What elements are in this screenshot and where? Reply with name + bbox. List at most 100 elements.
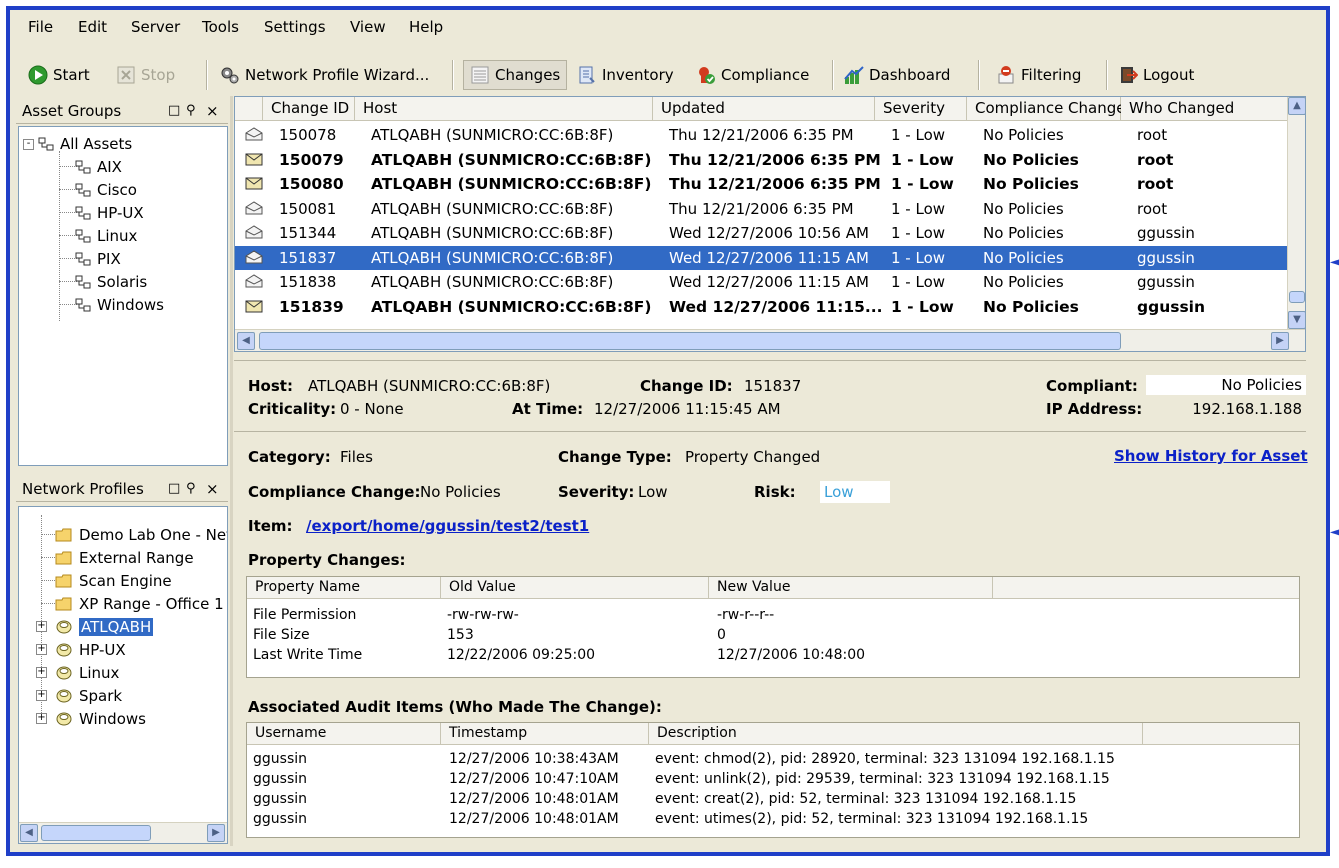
tree-node-windows[interactable]: Windows xyxy=(75,296,164,314)
expand-icon[interactable]: + xyxy=(36,644,47,655)
tree-connector xyxy=(41,603,55,605)
menu-edit[interactable]: Edit xyxy=(78,18,107,36)
cell-compliance: No Policies xyxy=(983,273,1064,291)
table-row[interactable]: 151838 ATLQABH (SUNMICRO:CC:6B:8F) Wed 12/… xyxy=(235,270,1289,294)
severity-value: Low xyxy=(638,483,668,501)
tree-node-folder[interactable]: External Range xyxy=(55,549,194,567)
column-header-compliance-change[interactable]: Compliance Change xyxy=(967,97,1126,121)
scroll-down-icon[interactable]: ▼ xyxy=(1288,311,1305,329)
float-panel-icon[interactable]: □ xyxy=(168,478,180,500)
pin-icon[interactable]: ⚲ xyxy=(186,478,196,500)
tree-node-host[interactable]: HP-UX xyxy=(55,641,126,659)
tree-label: PIX xyxy=(97,250,121,268)
scroll-right-icon[interactable]: ▶ xyxy=(1271,332,1289,350)
tree-node-hp-ux[interactable]: HP-UX xyxy=(75,204,144,222)
pointer-arrow-icon: ◄ xyxy=(1330,254,1339,270)
item-label: Item: xyxy=(248,517,293,535)
expand-icon[interactable]: + xyxy=(36,667,47,678)
vertical-splitter[interactable] xyxy=(230,96,233,846)
tree-connector xyxy=(41,580,55,582)
column-header-updated[interactable]: Updated xyxy=(653,97,875,121)
table-row[interactable]: 151839 ATLQABH (SUNMICRO:CC:6B:8F) Wed 12/… xyxy=(235,295,1289,319)
pin-icon[interactable]: ⚲ xyxy=(186,100,196,122)
start-button[interactable]: Start xyxy=(28,62,90,88)
compliance-button[interactable]: Compliance xyxy=(696,62,809,88)
scroll-up-icon[interactable]: ▲ xyxy=(1288,97,1305,115)
menu-tools[interactable]: Tools xyxy=(202,18,239,36)
tree-node-host[interactable]: Linux xyxy=(55,664,119,682)
menu-file[interactable]: File xyxy=(28,18,53,36)
tree-node-solaris[interactable]: Solaris xyxy=(75,273,147,291)
scroll-left-icon[interactable]: ◀ xyxy=(237,332,255,350)
collapse-icon[interactable]: - xyxy=(23,138,34,150)
cell-who: ggussin xyxy=(1137,248,1195,267)
column-header-who-changed[interactable]: Who Changed xyxy=(1121,97,1289,121)
scrollbar-thumb[interactable] xyxy=(1289,291,1305,303)
tree-connector xyxy=(41,557,55,559)
scroll-left-icon[interactable]: ◀ xyxy=(20,824,38,842)
tree-node-cisco[interactable]: Cisco xyxy=(75,181,137,199)
tree-label: Scan Engine xyxy=(79,572,172,590)
column-header-property-name[interactable]: Property Name xyxy=(247,577,441,599)
table-row[interactable]: 150080 ATLQABH (SUNMICRO:CC:6B:8F) Thu 12/… xyxy=(235,172,1289,196)
tree-node-all-assets[interactable]: - All Assets xyxy=(23,135,132,153)
scroll-right-icon[interactable]: ▶ xyxy=(207,824,225,842)
item-path-link[interactable]: /export/home/ggussin/test2/test1 xyxy=(306,517,589,535)
host-icon xyxy=(55,642,73,658)
audit-cell: ggussin xyxy=(253,791,307,807)
menu-server[interactable]: Server xyxy=(131,18,180,36)
logout-button[interactable]: Logout xyxy=(1118,62,1194,88)
expand-icon[interactable]: + xyxy=(36,621,47,632)
close-icon[interactable]: × xyxy=(206,478,219,500)
tree-node-host[interactable]: Spark xyxy=(55,687,122,705)
tree-node-pix[interactable]: PIX xyxy=(75,250,121,268)
expand-icon[interactable]: + xyxy=(36,690,47,701)
cell-id: 151344 xyxy=(279,224,337,242)
column-header-host[interactable]: Host xyxy=(355,97,653,121)
close-icon[interactable]: × xyxy=(206,100,219,122)
float-panel-icon[interactable]: □ xyxy=(168,100,180,122)
table-row[interactable]: 150078 ATLQABH (SUNMICRO:CC:6B:8F) Thu 12/… xyxy=(235,123,1289,147)
show-history-link[interactable]: Show History for Asset xyxy=(1114,447,1308,465)
network-group-icon xyxy=(75,183,91,197)
column-header-old-value[interactable]: Old Value xyxy=(441,577,709,599)
cell-host: ATLQABH (SUNMICRO:CC:6B:8F) xyxy=(371,297,652,316)
scrollbar-thumb[interactable] xyxy=(41,825,151,841)
cell-compliance: No Policies xyxy=(983,175,1079,193)
column-header-username[interactable]: Username xyxy=(247,723,441,745)
filtering-button[interactable]: Filtering xyxy=(996,62,1081,88)
column-header-icon[interactable] xyxy=(235,97,263,121)
menu-view[interactable]: View xyxy=(350,18,386,36)
tree-node-host[interactable]: ATLQABH xyxy=(55,618,154,636)
menu-settings[interactable]: Settings xyxy=(264,18,326,36)
tree-node-folder[interactable]: Scan Engine xyxy=(55,572,172,590)
table-row[interactable]: 150079 ATLQABH (SUNMICRO:CC:6B:8F) Thu 12/… xyxy=(235,148,1289,172)
network-profile-wizard-button[interactable]: Network Profile Wizard... xyxy=(220,62,429,88)
criticality-label: Criticality: xyxy=(248,400,337,418)
table-row[interactable]: 150081 ATLQABH (SUNMICRO:CC:6B:8F) Thu 12/… xyxy=(235,197,1289,221)
tree-node-linux[interactable]: Linux xyxy=(75,227,137,245)
column-header-description[interactable]: Description xyxy=(649,723,1143,745)
stop-button[interactable]: Stop xyxy=(116,62,175,88)
tree-node-host[interactable]: Windows xyxy=(55,710,146,728)
column-header-new-value[interactable]: New Value xyxy=(709,577,993,599)
horizontal-scrollbar[interactable]: ◀ ▶ xyxy=(235,329,1305,351)
expand-icon[interactable]: + xyxy=(36,713,47,724)
scrollbar-thumb[interactable] xyxy=(259,332,1121,350)
audit-cell: event: utimes(2), pid: 52, terminal: 323… xyxy=(655,811,1089,827)
tree-label: All Assets xyxy=(60,135,133,153)
inventory-button[interactable]: Inventory xyxy=(577,62,674,88)
horizontal-scrollbar[interactable]: ◀ ▶ xyxy=(19,822,227,843)
column-header-change-id[interactable]: Change ID xyxy=(263,97,355,121)
tree-node-folder[interactable]: Demo Lab One - Neto xyxy=(55,526,227,544)
dashboard-button[interactable]: Dashboard xyxy=(844,62,950,88)
table-row[interactable]: 151837 ATLQABH (SUNMICRO:CC:6B:8F) Wed 12/… xyxy=(235,245,1289,270)
vertical-scrollbar[interactable]: ▲ ▼ xyxy=(1287,97,1305,329)
column-header-timestamp[interactable]: Timestamp xyxy=(441,723,649,745)
table-row[interactable]: 151344 ATLQABH (SUNMICRO:CC:6B:8F) Wed 12/… xyxy=(235,221,1289,245)
changes-button[interactable]: Changes xyxy=(463,60,568,90)
column-header-severity[interactable]: Severity xyxy=(875,97,967,121)
tree-node-folder[interactable]: XP Range - Office 1 xyxy=(55,595,224,613)
tree-node-aix[interactable]: AIX xyxy=(75,158,122,176)
menu-help[interactable]: Help xyxy=(409,18,443,36)
